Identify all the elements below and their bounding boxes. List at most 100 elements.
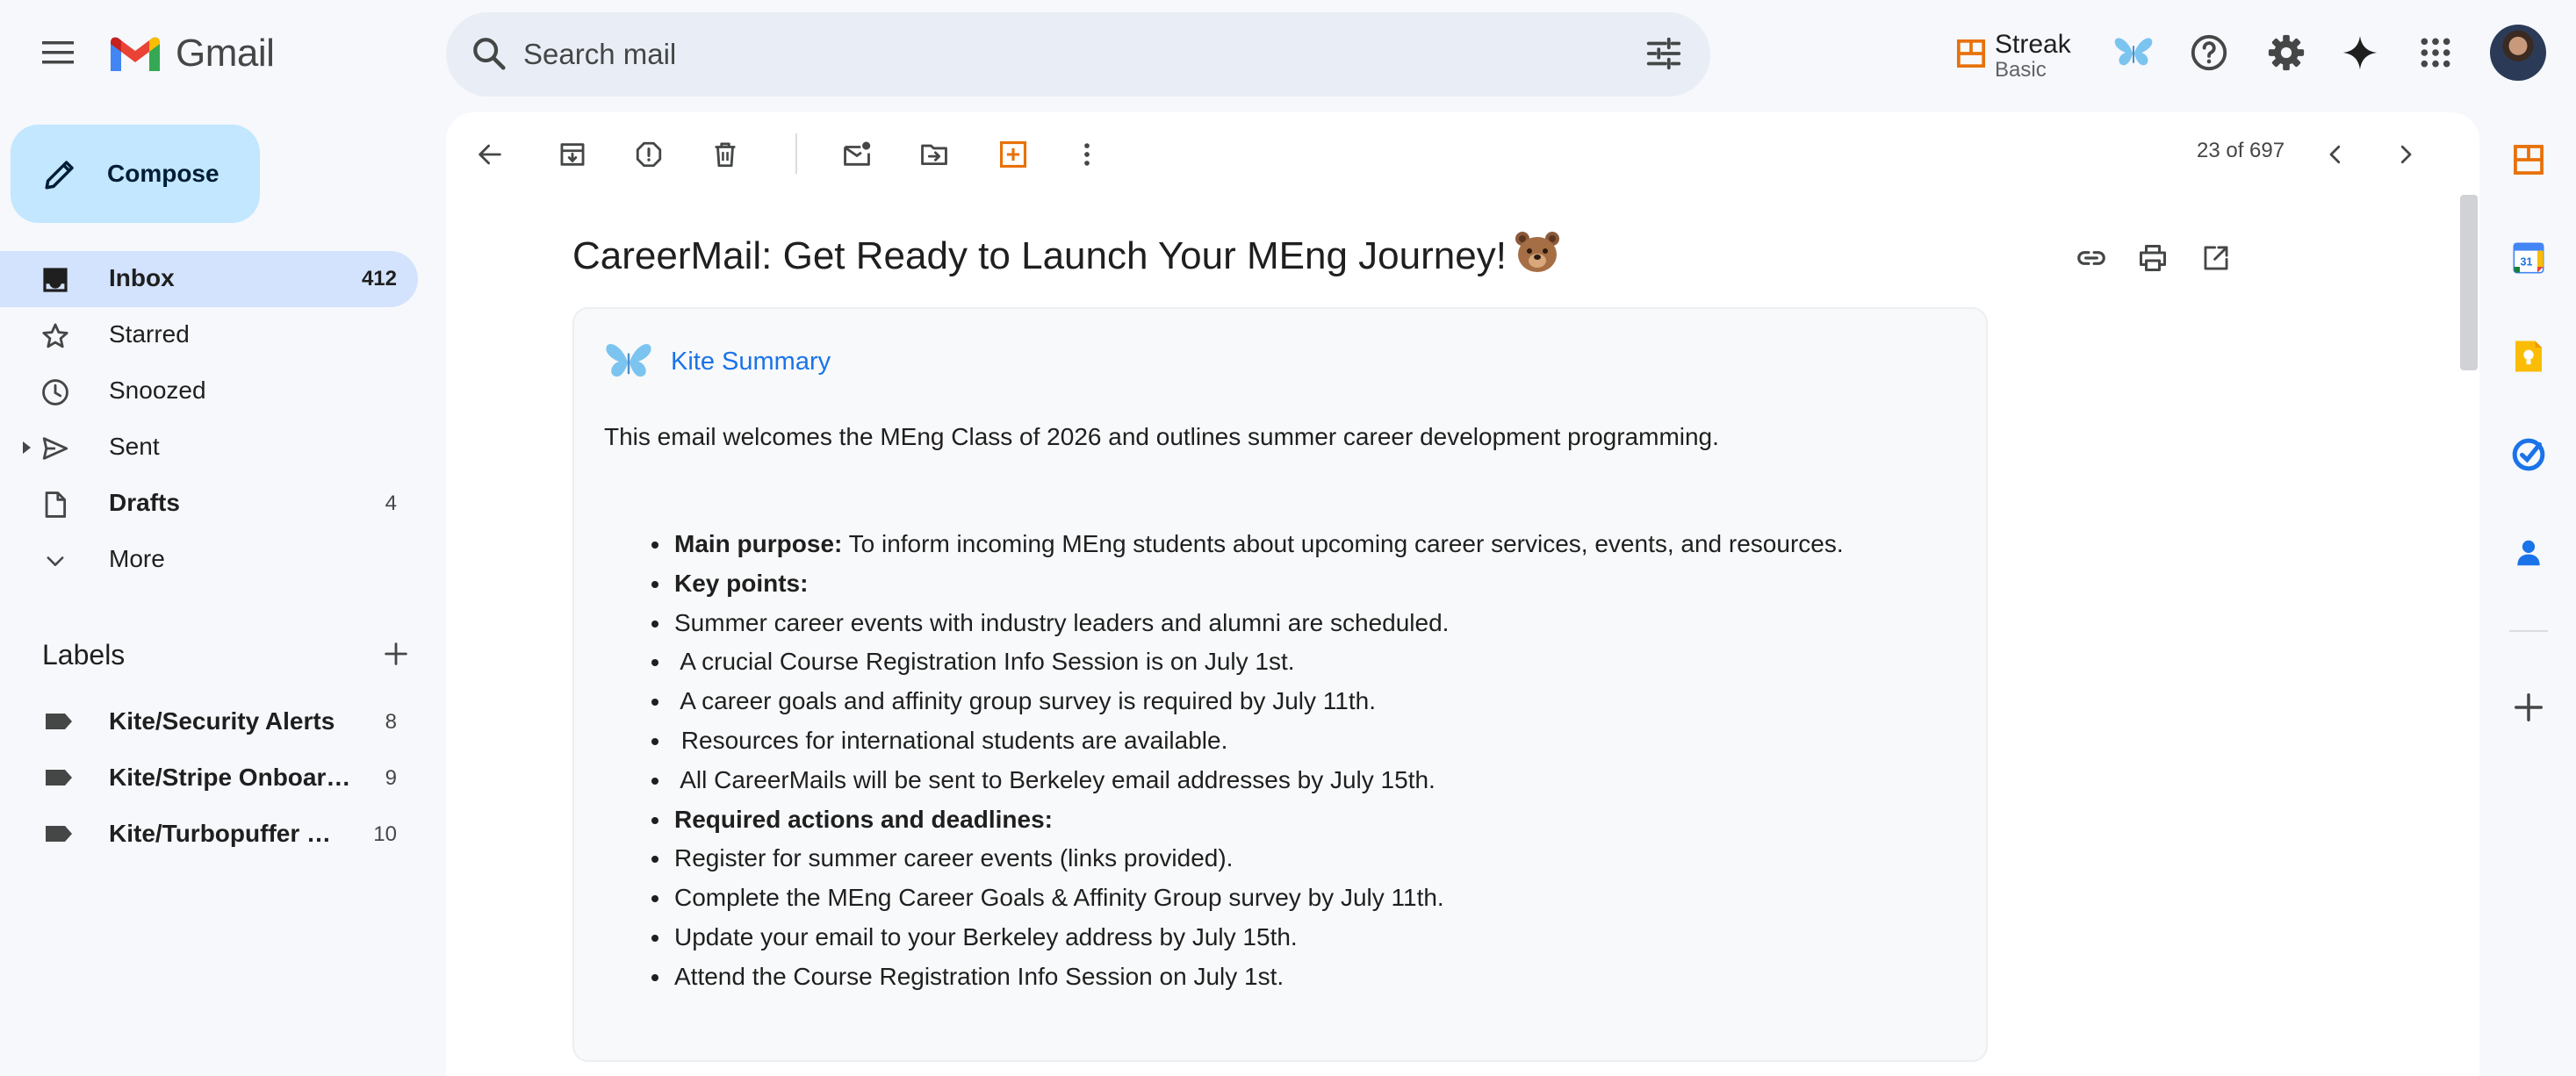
calendar-icon: 31 [2513, 242, 2544, 274]
kite-summary-item: Resources for international students are… [604, 721, 1956, 761]
labels-title: Labels [42, 639, 126, 671]
delete-icon [715, 142, 736, 168]
kite-summary-item-text: To inform incoming MEng students about u… [842, 530, 1844, 557]
tasks-icon [2512, 438, 2545, 471]
kite-summary-item: All CareerMails will be sent to Berkeley… [604, 761, 1956, 800]
kite-summary-list: Main purpose: To inform incoming MEng st… [604, 525, 1956, 997]
open-new-window-icon [2204, 246, 2228, 270]
gemini-button[interactable] [2334, 26, 2386, 79]
get-addons-button[interactable] [2508, 686, 2550, 728]
streak-box-icon [999, 140, 1027, 169]
bear-face-icon [1515, 232, 1559, 272]
nav-item-drafts[interactable]: Drafts 4 [0, 476, 418, 532]
kite-summary-item-text: Register for summer career events (links… [674, 844, 1234, 872]
keep-button[interactable] [2508, 335, 2550, 377]
star-icon [40, 321, 70, 351]
nav-item-inbox[interactable]: Inbox 412 [0, 251, 418, 307]
streak-panel-button[interactable] [2508, 139, 2550, 181]
kite-butterfly-icon [606, 344, 651, 377]
draft-icon [40, 490, 70, 520]
add-label-icon[interactable] [381, 639, 411, 669]
kite-summary-item-text: Summer career events with industry leade… [674, 608, 1450, 636]
label-name: Kite/Stripe Onboarding [109, 764, 351, 791]
contacts-button[interactable] [2508, 532, 2550, 574]
google-apps-button[interactable] [2409, 26, 2462, 79]
kite-summary-header: Kite Summary [604, 341, 831, 383]
copy-link-button[interactable] [2070, 237, 2112, 279]
settings-icon [2268, 34, 2305, 71]
print-button[interactable] [2132, 237, 2174, 279]
move-to-button[interactable] [911, 132, 957, 177]
kite-summary-item: Summer career events with industry leade… [604, 604, 1956, 643]
streak-logo-icon [1956, 39, 1986, 68]
archive-button[interactable] [550, 132, 595, 177]
calendar-day: 31 [2521, 255, 2533, 268]
gmail-logo[interactable]: Gmail [107, 32, 275, 75]
clock-icon [40, 377, 70, 407]
kite-summary-item: Attend the Course Registration Info Sess… [604, 958, 1956, 997]
more-actions-button[interactable] [1064, 132, 1110, 177]
older-button[interactable] [2383, 132, 2428, 177]
label-name: Kite/Security Alerts [109, 707, 335, 735]
label-item-turbopuffer-updates[interactable]: Kite/Turbopuffer Updates 10 [0, 805, 418, 861]
chevron-left-icon [2329, 145, 2341, 164]
kite-summary-item-heading: Main purpose: [674, 530, 843, 557]
kite-summary-item-text: Complete the MEng Career Goals & Affinit… [674, 884, 1444, 912]
nav-item-sent[interactable]: Sent [0, 420, 418, 476]
settings-button[interactable] [2260, 26, 2313, 79]
apps-grid-icon [2421, 38, 2450, 68]
nav-label-inbox: Inbox [109, 264, 175, 291]
pencil-icon [45, 161, 74, 190]
nav-count-inbox: 412 [361, 267, 397, 291]
streak-box-button[interactable] [990, 132, 1036, 177]
calendar-button[interactable]: 31 [2508, 237, 2550, 279]
search-bar[interactable] [446, 12, 1710, 97]
side-panel: 31 [2481, 112, 2576, 1076]
tasks-button[interactable] [2508, 434, 2550, 476]
nav-item-snoozed[interactable]: Snoozed [0, 363, 418, 420]
label-count: 10 [373, 822, 397, 846]
newer-button[interactable] [2313, 132, 2358, 177]
label-tag-icon [46, 714, 72, 729]
toolbar-divider [795, 133, 797, 174]
nav-label-starred: Starred [109, 320, 190, 348]
kite-summary-title: Kite Summary [671, 347, 831, 376]
main-menu-button[interactable] [32, 26, 84, 79]
delete-button[interactable] [702, 132, 748, 177]
label-item-security-alerts[interactable]: Kite/Security Alerts 8 [0, 692, 418, 749]
streak-button[interactable]: Streak Basic [1956, 32, 2071, 81]
label-item-stripe-onboarding[interactable]: Kite/Stripe Onboarding 9 [0, 749, 418, 805]
kite-summary-item: A crucial Course Registration Info Sessi… [604, 642, 1956, 682]
label-name: Kite/Turbopuffer Updates [109, 820, 334, 847]
nav-label-sent: Sent [109, 433, 160, 460]
avatar[interactable] [2490, 25, 2546, 81]
label-tag-icon [46, 770, 72, 785]
search-input[interactable] [523, 35, 1489, 74]
nav-count-drafts: 4 [385, 491, 397, 515]
compose-button[interactable]: Compose [11, 125, 260, 223]
back-button[interactable] [467, 132, 513, 177]
scrollbar-thumb[interactable] [2460, 195, 2478, 370]
kite-summary-item-text: A crucial Course Registration Info Sessi… [674, 648, 1295, 676]
send-icon [40, 434, 70, 463]
email-subject-text: CareerMail: Get Ready to Launch Your MEn… [572, 234, 1507, 277]
kite-summary-item-text: Attend the Course Registration Info Sess… [674, 962, 1284, 990]
kite-summary-item-text: Update your email to your Berkeley addre… [674, 922, 1298, 950]
kite-summary-item: Update your email to your Berkeley addre… [604, 918, 1956, 958]
nav-item-starred[interactable]: Starred [0, 307, 418, 363]
tune-icon[interactable] [1644, 33, 1684, 74]
label-count: 9 [385, 766, 397, 790]
help-button[interactable] [2183, 26, 2235, 79]
nav-item-more[interactable]: More [0, 532, 418, 588]
kite-extension-button[interactable] [2107, 26, 2160, 79]
search-icon[interactable] [469, 33, 509, 74]
report-spam-button[interactable] [626, 132, 672, 177]
expand-arrow-icon[interactable] [23, 441, 31, 454]
mark-unread-button[interactable] [834, 132, 880, 177]
chevron-right-icon [2400, 145, 2412, 164]
open-new-window-button[interactable] [2195, 237, 2237, 279]
label-count: 8 [385, 710, 397, 734]
labels-header: Labels [42, 634, 411, 676]
kite-butterfly-icon [2114, 38, 2153, 66]
label-tag-icon [46, 826, 72, 842]
